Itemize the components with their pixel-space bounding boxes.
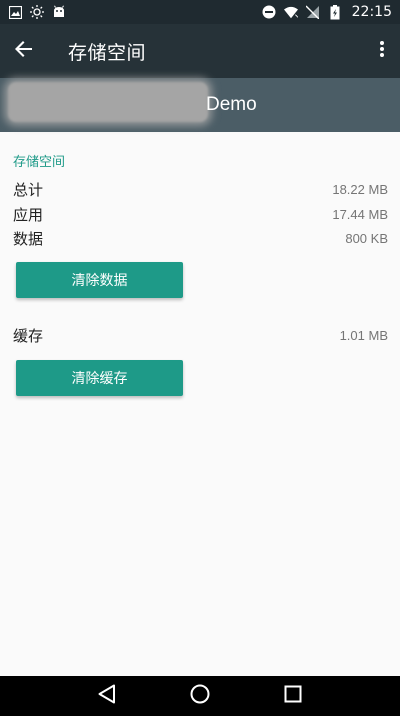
navigation-bar <box>0 676 400 716</box>
storage-row-app: 应用 17.44 MB <box>13 203 388 225</box>
nav-home-button[interactable] <box>186 682 214 710</box>
status-left <box>8 5 66 19</box>
status-right: 22:15 <box>262 4 392 20</box>
back-button[interactable] <box>0 24 48 78</box>
overflow-menu-button[interactable] <box>370 24 394 78</box>
storage-row-total: 总计 18.22 MB <box>13 178 388 200</box>
storage-row-value: 800 KB <box>345 230 388 246</box>
storage-row-value: 17.44 MB <box>332 206 388 222</box>
circle-home-icon <box>190 684 210 708</box>
image-icon <box>8 5 22 19</box>
dnd-icon <box>262 5 276 19</box>
app-header: Demo <box>0 78 400 132</box>
clear-cache-button[interactable]: 清除缓存 <box>16 360 183 396</box>
arrow-back-icon <box>15 40 33 62</box>
cache-label: 缓存 <box>13 326 44 345</box>
storage-row-label: 总计 <box>13 180 44 199</box>
square-recents-icon <box>284 685 302 707</box>
android-icon <box>52 5 66 19</box>
storage-section-title: 存储空间 <box>13 155 66 170</box>
storage-row-label: 数据 <box>13 229 44 248</box>
nav-recents-button[interactable] <box>279 682 307 710</box>
more-vert-icon <box>380 41 384 61</box>
brightness-icon <box>30 5 44 19</box>
status-bar: 22:15 <box>0 0 400 24</box>
nav-back-button[interactable] <box>93 682 121 710</box>
triangle-back-icon <box>98 684 116 708</box>
app-name: Demo <box>206 94 257 115</box>
clear-data-button[interactable]: 清除数据 <box>16 262 183 298</box>
page-title: 存储空间 <box>68 41 147 64</box>
no-sim-icon <box>306 5 320 19</box>
app-name-redaction <box>8 82 208 122</box>
storage-row-value: 18.22 MB <box>332 181 388 197</box>
cache-row: 缓存 1.01 MB <box>13 324 388 346</box>
wifi-icon <box>283 5 298 19</box>
battery-charging-icon <box>328 4 342 19</box>
storage-row-data: 数据 800 KB <box>13 227 388 249</box>
storage-row-label: 应用 <box>13 205 44 224</box>
toolbar: 存储空间 <box>0 24 400 78</box>
cache-value: 1.01 MB <box>339 327 388 343</box>
status-time: 22:15 <box>351 4 392 20</box>
